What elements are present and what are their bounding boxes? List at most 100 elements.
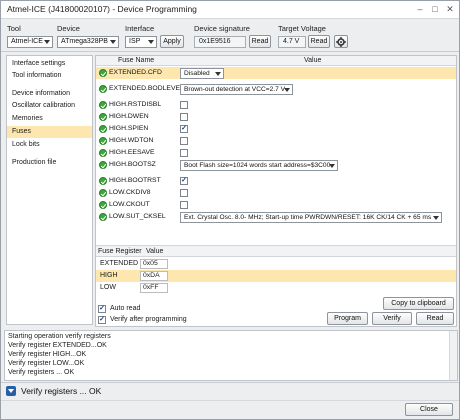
fuse-name: HIGH.WDTON: [109, 137, 154, 144]
tool-select[interactable]: Atmel-ICE: [7, 36, 53, 48]
sidebar-item-lock-bits[interactable]: Lock bits: [7, 139, 92, 151]
fuse-value-text: Boot Flash size=1024 words start address…: [184, 162, 331, 169]
fuse-row[interactable]: HIGH.EESAVE: [96, 147, 456, 159]
interface-select[interactable]: ISP: [125, 36, 157, 48]
log-line: Starting operation verify registers: [8, 333, 111, 340]
ok-check-icon: [99, 101, 107, 109]
fuse-row[interactable]: EXTENDED.CFD Disabled: [96, 67, 456, 79]
fuse-value-text: Disabled: [184, 70, 210, 77]
register-value-field[interactable]: 0xDA: [140, 271, 168, 281]
ok-check-icon: [99, 161, 107, 169]
tool-label: Tool: [7, 24, 21, 33]
fuse-checkbox[interactable]: [180, 113, 188, 121]
checkbox-checked: ✓: [98, 316, 106, 324]
register-value-field[interactable]: 0x05: [140, 259, 168, 269]
register-row[interactable]: HIGH 0xDA: [96, 270, 456, 282]
register-row[interactable]: LOW 0xFF: [96, 282, 456, 294]
log-line: Verify registers ... OK: [8, 369, 75, 376]
verify-button[interactable]: Verify: [372, 312, 412, 325]
close-button[interactable]: Close: [405, 403, 453, 416]
target-voltage-field: 4.7 V: [278, 36, 306, 48]
log-scrollbar[interactable]: [449, 331, 457, 380]
fuse-checkbox-checked[interactable]: ✓: [180, 177, 188, 185]
read-voltage-button[interactable]: Read: [308, 35, 330, 48]
fuse-row[interactable]: HIGH.SPIEN ✓: [96, 123, 456, 135]
gear-icon: [336, 37, 346, 47]
fuse-row[interactable]: LOW.CKDIV8: [96, 187, 456, 199]
read-signature-button[interactable]: Read: [249, 35, 271, 48]
chevron-down-icon: [329, 164, 335, 168]
register-header: Fuse Register: [98, 248, 142, 255]
fuse-row[interactable]: HIGH.DWEN: [96, 111, 456, 123]
sidebar-item-device-information[interactable]: Device information: [7, 88, 92, 100]
fuse-checkbox[interactable]: [180, 101, 188, 109]
settings-button[interactable]: [334, 35, 348, 48]
title-bar: Atmel-ICE (J41800020107) - Device Progra…: [1, 1, 459, 19]
ok-check-icon: [99, 177, 107, 185]
fuse-row[interactable]: HIGH.RSTDISBL: [96, 99, 456, 111]
fuse-row[interactable]: HIGH.WDTON: [96, 135, 456, 147]
sidebar-item-interface-settings[interactable]: Interface settings: [7, 58, 92, 70]
dialog-footer: Close: [1, 400, 459, 419]
output-log[interactable]: Starting operation verify registers Veri…: [4, 330, 458, 381]
fuse-checkbox[interactable]: [180, 201, 188, 209]
fuse-value-select[interactable]: Brown-out detection at VCC=2.7 V: [180, 84, 293, 95]
fuse-value-text: Brown-out detection at VCC=2.7 V: [184, 86, 285, 93]
interface-select-value: ISP: [129, 38, 141, 45]
close-window-button[interactable]: ✕: [443, 3, 457, 15]
minimize-button[interactable]: –: [413, 3, 427, 15]
fuse-checkbox[interactable]: [180, 137, 188, 145]
fuse-table-header: Fuse Name Value: [96, 56, 456, 66]
sidebar-item-production-file[interactable]: Production file: [7, 157, 92, 169]
fuse-row[interactable]: HIGH.BOOTRST ✓: [96, 175, 456, 187]
device-programming-window: Atmel-ICE (J41800020107) - Device Progra…: [0, 0, 460, 420]
ok-check-icon: [99, 85, 107, 93]
fuse-row[interactable]: LOW.CKOUT: [96, 199, 456, 211]
fuse-name: EXTENDED.CFD: [109, 69, 162, 76]
log-line: Verify register LOW...OK: [8, 360, 85, 367]
ok-check-icon: [99, 149, 107, 157]
register-row[interactable]: EXTENDED 0x05: [96, 258, 456, 270]
fuse-value-header: Value: [304, 57, 322, 64]
fuse-checkbox[interactable]: [180, 149, 188, 157]
copy-to-clipboard-button[interactable]: Copy to clipboard: [383, 297, 454, 310]
device-select-value: ATmega328PB: [61, 38, 108, 45]
register-table-header: Fuse Register Value: [96, 246, 456, 257]
fuse-name: HIGH.RSTDISBL: [109, 101, 162, 108]
auto-read-label: Auto read: [110, 305, 141, 312]
device-signature-label: Device signature: [194, 24, 250, 33]
fuse-row[interactable]: LOW.SUT_CKSEL Ext. Crystal Osc. 8.0- MHz…: [96, 211, 456, 223]
sidebar-item-fuses[interactable]: Fuses: [7, 126, 92, 138]
expand-status-icon[interactable]: [6, 386, 16, 396]
ok-check-icon: [99, 201, 107, 209]
verify-after-programming-checkbox[interactable]: ✓ Verify after programming: [98, 315, 187, 325]
device-select[interactable]: ATmega328PB: [57, 36, 119, 48]
status-bar: Verify registers ... OK: [1, 382, 459, 399]
chevron-down-icon: [44, 40, 50, 44]
read-button[interactable]: Read: [416, 312, 454, 325]
device-signature-field: 0x1E9516: [194, 36, 246, 48]
fuse-name: EXTENDED.BODLEVEL: [109, 85, 184, 92]
auto-read-checkbox[interactable]: ✓ Auto read: [98, 304, 140, 314]
fuse-value-select[interactable]: Boot Flash size=1024 words start address…: [180, 160, 338, 171]
chevron-down-icon: [433, 216, 439, 220]
sidebar-item-oscillator-calibration[interactable]: Oscillator calibration: [7, 100, 92, 112]
fuse-checkbox-checked[interactable]: ✓: [180, 125, 188, 133]
register-name: LOW: [100, 284, 116, 291]
fuse-value-select[interactable]: Disabled: [180, 68, 224, 79]
sidebar-item-tool-information[interactable]: Tool information: [7, 70, 92, 82]
program-button[interactable]: Program: [327, 312, 368, 325]
chevron-down-icon: [215, 72, 221, 76]
register-name: EXTENDED: [100, 260, 139, 267]
apply-button[interactable]: Apply: [160, 35, 184, 48]
fuse-value-select[interactable]: Ext. Crystal Osc. 8.0- MHz; Start-up tim…: [180, 212, 442, 223]
register-value-field[interactable]: 0xFF: [140, 283, 168, 293]
ok-check-icon: [99, 213, 107, 221]
maximize-button[interactable]: □: [428, 3, 442, 15]
sidebar-item-memories[interactable]: Memories: [7, 113, 92, 125]
fuse-row[interactable]: EXTENDED.BODLEVEL Brown-out detection at…: [96, 83, 456, 95]
register-name: HIGH: [100, 272, 118, 279]
fuse-name: LOW.SUT_CKSEL: [109, 213, 166, 220]
fuse-checkbox[interactable]: [180, 189, 188, 197]
fuse-row[interactable]: HIGH.BOOTSZ Boot Flash size=1024 words s…: [96, 159, 456, 171]
